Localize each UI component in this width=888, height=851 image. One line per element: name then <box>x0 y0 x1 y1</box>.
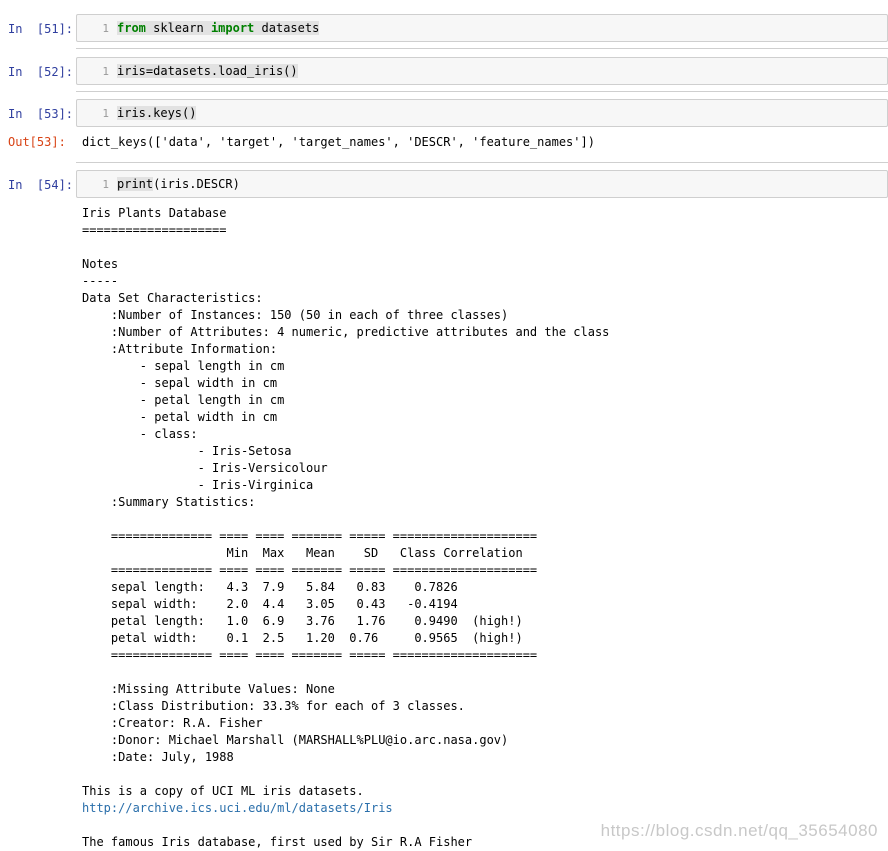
input-prompt: In [53]: <box>8 107 74 121</box>
code-text[interactable]: iris=datasets.load_iris() <box>117 63 298 80</box>
output-prompt: Out[53]: <box>8 135 66 149</box>
code-cell-52: In [52]: 1 iris=datasets.load_iris() <box>0 57 888 87</box>
descr-text: Iris Plants Database ===================… <box>82 206 610 798</box>
cell-divider <box>76 48 888 49</box>
watermark: https://blog.csdn.net/qq_35654080 <box>600 821 878 840</box>
output-text-53: dict_keys(['data', 'target', 'target_nam… <box>82 135 595 149</box>
code-cell-53: In [53]: 1 iris.keys() <box>0 99 888 129</box>
dataset-link[interactable]: http://archive.ics.uci.edu/ml/datasets/I… <box>82 801 393 815</box>
code-input[interactable]: 1 iris=datasets.load_iris() <box>76 57 888 85</box>
descr-text-tail: The famous Iris database, first used by … <box>82 835 473 849</box>
code-input[interactable]: 1 from sklearn import datasets <box>76 14 888 42</box>
input-prompt: In [54]: <box>8 178 74 192</box>
output-text-54: Iris Plants Database ===================… <box>82 205 609 851</box>
cell-divider <box>76 162 888 163</box>
code-cell-54: In [54]: 1 print(iris.DESCR) <box>0 170 888 200</box>
line-number: 1 <box>102 65 109 78</box>
line-number: 1 <box>102 107 109 120</box>
line-number: 1 <box>102 22 109 35</box>
code-input[interactable]: 1 print(iris.DESCR) <box>76 170 888 198</box>
code-input[interactable]: 1 iris.keys() <box>76 99 888 127</box>
code-text[interactable]: print(iris.DESCR) <box>117 176 240 193</box>
cell-divider <box>76 91 888 92</box>
line-number: 1 <box>102 178 109 191</box>
input-prompt: In [52]: <box>8 65 74 79</box>
code-text[interactable]: iris.keys() <box>117 105 197 122</box>
code-text[interactable]: from sklearn import datasets <box>117 20 320 37</box>
code-cell-51: In [51]: 1 from sklearn import datasets <box>0 14 888 44</box>
input-prompt: In [51]: <box>8 22 74 36</box>
